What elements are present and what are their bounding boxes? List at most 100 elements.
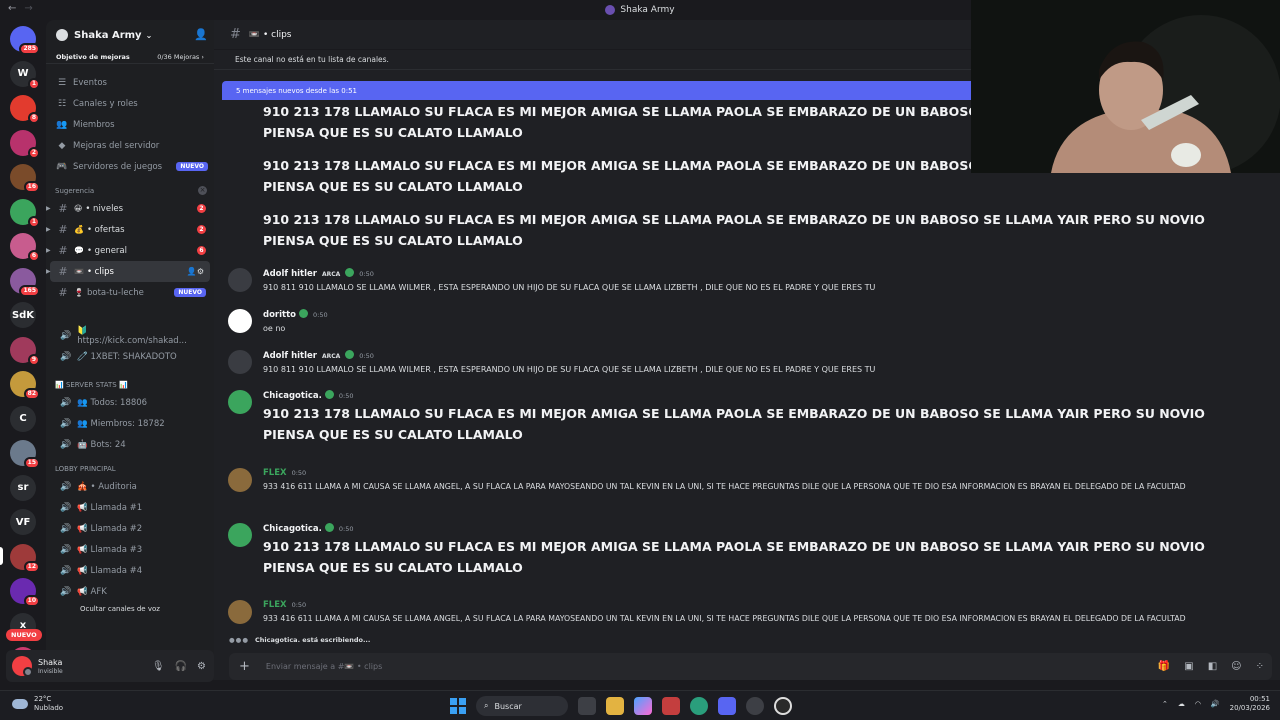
edge-icon[interactable] [690,697,708,715]
server-icon-2[interactable]: 8 [10,95,40,124]
server-icon-0[interactable]: 285 [10,26,40,55]
server-icon-12[interactable]: 15 [10,440,40,469]
avatar[interactable] [228,523,252,547]
clock[interactable]: 00:51 20/03/2026 [1230,695,1270,713]
voice-item[interactable]: 🔊 📢 Llamada #4 [50,560,210,581]
voice-item[interactable]: 🔊 📢 Llamada #3 [50,539,210,560]
obs-icon[interactable] [774,697,792,715]
gif-icon[interactable]: ▣ [1184,661,1193,672]
server-menu-item[interactable]: ☷ Canales y roles [46,93,214,114]
server-icon-4[interactable]: 16 [10,164,40,193]
server-icon-14[interactable]: VF [10,509,36,535]
gift-icon[interactable]: 🎁 [1158,661,1170,672]
add-attachment-icon[interactable]: + [239,659,250,674]
message-text: 910 213 178 LLAMALO SU FLACA ES MI MEJOR… [263,539,1205,575]
emoji-icon[interactable]: ☺ [1231,661,1241,672]
server-icon-10[interactable]: 82 [10,371,40,400]
hide-voice-channels[interactable]: Ocultar canales de voz [50,602,210,616]
close-icon[interactable]: × [198,186,207,195]
message-composer[interactable]: + Enviar mensaje a #📼 • clips 🎁 ▣ ◧ ☺ ⁘ [229,653,1272,680]
menu-item-icon: ☷ [57,98,67,109]
sticker-icon[interactable]: ◧ [1208,661,1217,672]
channel-item[interactable]: # 🍷 bota-tu-leche NUEVO [50,282,210,303]
category-server-stats[interactable]: 📊 SERVER STATS 📊 [46,377,214,392]
server-header[interactable]: Shaka Army ⌄ 👤 [46,20,214,50]
author-name[interactable]: FLEX [263,600,287,610]
message-input[interactable]: Enviar mensaje a #📼 • clips [266,662,382,671]
avatar[interactable] [228,468,252,492]
server-menu-item[interactable]: ☰ Eventos [46,72,214,93]
settings-gear-icon[interactable]: ⚙ [197,661,206,672]
server-icon-6[interactable]: 6 [10,233,40,262]
author-name[interactable]: FLEX [263,468,287,478]
server-icon-15[interactable]: 12 [10,543,40,573]
avatar[interactable] [12,656,33,677]
server-icon-8[interactable]: SdK [10,302,36,328]
back-arrow-icon[interactable]: ← [8,3,16,14]
server-icon-1[interactable]: W1 [10,60,40,90]
channel-item[interactable]: ▶ # 💬 • general 6 [46,240,210,261]
avatar[interactable] [228,350,252,374]
avatar[interactable] [228,268,252,292]
stats-item[interactable]: 🔊 🤖 Bots: 24 [50,434,210,455]
server-icon-11[interactable]: C [10,405,36,432]
windows-start-icon[interactable] [450,698,466,714]
weather-widget[interactable]: 22°C Nublado [12,695,63,713]
avatar[interactable] [228,600,252,624]
caret-icon: ▶ [46,247,51,254]
server-menu-item[interactable]: 🎮 Servidores de juegos NUEVO [46,156,214,177]
author-name[interactable]: Chicagotica. [263,391,322,401]
hash-icon: # [58,202,68,215]
category-suggestions[interactable]: Sugerencia × [46,183,214,198]
avatar[interactable] [228,390,252,414]
voice-item[interactable]: 🔊 📢 AFK [50,581,210,602]
author-name[interactable]: Adolf hitler [263,269,317,279]
app-icon[interactable] [746,697,764,715]
headphones-icon[interactable]: 🎧 [175,661,187,672]
file-explorer-icon[interactable] [606,697,624,715]
volume-icon[interactable]: 🔊 [1211,700,1220,708]
author-name[interactable]: Chicagotica. [263,524,322,534]
office-icon[interactable] [662,697,680,715]
author-name[interactable]: doritto [263,310,296,320]
boost-goal[interactable]: Objetivo de mejoras 0/36 Mejoras › [46,50,214,64]
server-icon-5[interactable]: 1 [10,198,40,228]
invite-settings-icon[interactable]: 👤⚙ [187,267,204,276]
new-servers-pill[interactable]: NUEVO [6,629,42,641]
channel-item[interactable]: ▶ # 📼 • clips 👤⚙ [46,261,210,282]
channel-item[interactable]: ▶ # 😀 • niveles 2 [46,198,210,219]
server-icon-16[interactable]: 10 [10,578,40,607]
stats-item[interactable]: 🔊 👥 Todos: 18806 [50,392,210,413]
author-name[interactable]: Adolf hitler [263,351,317,361]
voice-item[interactable]: 🔊 🎪 • Auditoria [50,476,210,497]
timestamp: 0:50 [359,270,374,278]
add-person-icon[interactable]: 👤 [194,28,208,41]
links-item[interactable]: 🔊 🔰 https://kick.com/shakad... [50,325,210,346]
taskbar-search[interactable]: ⌕ Buscar [476,696,568,716]
discord-icon[interactable] [718,697,736,715]
task-view-icon[interactable] [578,697,596,715]
server-icon-9[interactable]: 9 [10,336,40,366]
menu-item-icon: ◆ [58,140,66,151]
server-icon-3[interactable]: 2 [10,129,40,159]
forward-arrow-icon[interactable]: → [24,3,32,14]
voice-item[interactable]: 🔊 📢 Llamada #2 [50,518,210,539]
wifi-icon[interactable]: ◠ [1195,700,1201,708]
server-icon-13[interactable]: sr [10,474,36,501]
copilot-icon[interactable] [634,697,652,715]
selected-server-pill [0,547,3,565]
server-menu-item[interactable]: 👥 Miembros [46,114,214,135]
server-menu-item[interactable]: ◆ Mejoras del servidor [46,135,214,156]
channel-item[interactable]: ▶ # 💰 • ofertas 2 [46,219,210,240]
apps-icon[interactable]: ⁘ [1256,661,1264,672]
stats-item[interactable]: 🔊 👥 Miembros: 18782 [50,413,210,434]
server-icon-7[interactable]: 165 [10,267,40,297]
links-item[interactable]: 🔊 🧷 1XBET: SHAKADOTO [50,346,210,367]
chevron-up-icon[interactable]: ⌃ [1162,700,1168,708]
avatar[interactable] [228,309,252,333]
voice-item[interactable]: 🔊 📢 Llamada #1 [50,497,210,518]
microphone-icon[interactable]: 🎙 [152,661,165,672]
new-messages-bar[interactable]: 5 mensajes nuevos desde las 0:51 [222,81,982,100]
onedrive-icon[interactable]: ☁ [1178,700,1185,708]
category-lobby[interactable]: LOBBY PRINCIPAL [46,461,214,476]
